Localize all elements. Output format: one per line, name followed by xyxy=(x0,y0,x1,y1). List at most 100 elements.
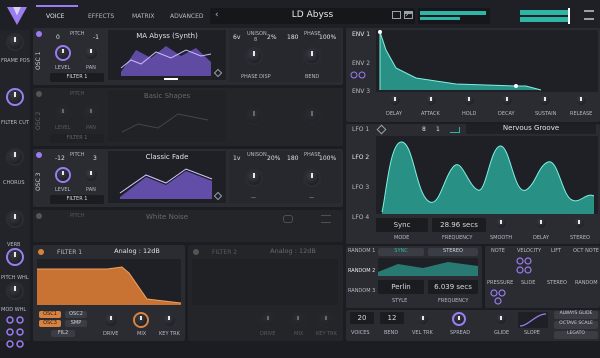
osc2-bend-knob[interactable] xyxy=(303,107,321,125)
lfo-grid-x[interactable]: 8 xyxy=(422,126,426,133)
mod-whl-knob[interactable] xyxy=(6,282,24,300)
lfo1-tab[interactable]: LFO 1 xyxy=(352,126,369,133)
lfo4-tab[interactable]: LFO 4 xyxy=(352,214,369,221)
mod-source-dots[interactable] xyxy=(4,314,26,354)
vel-trk-knob[interactable] xyxy=(416,312,430,326)
always-glide-toggle[interactable]: ALWAYS GLIDE xyxy=(554,311,598,319)
random-stereo-button[interactable]: STEREO xyxy=(428,248,478,256)
lfo-grid-y[interactable]: 1 xyxy=(436,126,440,133)
env-hold-knob[interactable] xyxy=(462,93,476,107)
lfo-frequency-value[interactable]: 28.96 secs xyxy=(432,218,486,232)
tab-voice[interactable]: VOICE xyxy=(46,13,64,20)
browse-icon[interactable] xyxy=(404,11,413,19)
env-decay-knob[interactable] xyxy=(500,93,514,107)
tab-advanced[interactable]: ADVANCED xyxy=(170,13,204,20)
filter2-response-graph[interactable] xyxy=(192,259,338,305)
osc3-filter-dest[interactable]: FILTER 1 xyxy=(50,195,104,204)
osc1-phase-rand[interactable]: 100% xyxy=(319,34,336,41)
filter-cut-knob[interactable] xyxy=(6,88,24,106)
osc1-pitch-oct[interactable]: 0 xyxy=(56,34,60,41)
lfo-smooth-knob[interactable] xyxy=(494,216,508,230)
osc3-power[interactable] xyxy=(36,152,42,158)
osc2-wavetable[interactable]: Basic Shapes xyxy=(108,90,226,142)
osc3-unison-knob[interactable] xyxy=(245,169,263,187)
env3-tab[interactable]: ENV 3 xyxy=(352,88,370,95)
mod-random[interactable]: RANDOM xyxy=(575,280,598,286)
mod-pressure-dots[interactable] xyxy=(489,288,511,306)
pitch-whl-knob[interactable] xyxy=(6,248,24,266)
octave-scale-toggle[interactable]: OCTAVE SCALE xyxy=(554,321,598,329)
osc3-pitch-semi[interactable]: 3 xyxy=(93,155,97,162)
env1-mod-icon[interactable] xyxy=(349,70,371,84)
mod-velocity[interactable]: VELOCITY xyxy=(517,248,541,254)
osc3-pan-knob[interactable] xyxy=(83,167,99,183)
osc3-level-knob[interactable] xyxy=(55,167,71,183)
random3-tab[interactable]: RANDOM 3 xyxy=(348,288,375,294)
env-release-knob[interactable] xyxy=(574,93,588,107)
filter1-response-graph[interactable] xyxy=(37,259,181,305)
filter2-keytrk-knob[interactable] xyxy=(318,312,334,328)
sample-shuffle-icon[interactable] xyxy=(321,215,331,223)
sample-name[interactable]: White Noise xyxy=(108,213,226,221)
random-sync-button[interactable]: SYNC xyxy=(378,248,424,256)
tab-matrix[interactable]: MATRIX xyxy=(132,13,155,20)
lfo-mode-selector[interactable]: Sync xyxy=(376,218,428,232)
filter1-power[interactable] xyxy=(38,249,44,255)
filter1-model[interactable]: Analog : 12dB xyxy=(93,247,181,257)
random-style-selector[interactable]: Perlin xyxy=(378,280,424,294)
volume-handle[interactable] xyxy=(568,8,570,24)
mod-oct-note[interactable]: OCT NOTE xyxy=(573,248,599,254)
frame-pos-knob[interactable] xyxy=(6,33,24,51)
osc1-phase-disp-knob[interactable] xyxy=(245,47,263,65)
env-attack-knob[interactable] xyxy=(424,93,438,107)
filter1-mix-knob[interactable] xyxy=(133,312,149,328)
osc1-unison-detune[interactable]: 2% xyxy=(267,34,277,41)
chorus-knob[interactable] xyxy=(6,148,24,166)
osc1-bend-knob[interactable] xyxy=(303,47,321,65)
mod-velocity-dots[interactable] xyxy=(515,256,537,276)
osc2-pan-knob[interactable] xyxy=(83,105,99,121)
random-graph[interactable] xyxy=(378,258,478,276)
osc1-level-knob[interactable] xyxy=(55,45,71,61)
mod-lift[interactable]: LIFT xyxy=(551,248,561,254)
mod-stereo[interactable]: STEREO xyxy=(547,280,567,286)
random-frequency-value[interactable]: 6.039 secs xyxy=(428,280,478,294)
slope-graph[interactable] xyxy=(518,312,548,328)
osc1-pitch-semi[interactable]: -1 xyxy=(93,34,99,41)
filter1-drive-knob[interactable] xyxy=(103,312,119,328)
filter1-fil2[interactable]: FIL2 xyxy=(51,330,75,337)
filter2-mix-knob[interactable] xyxy=(290,312,306,328)
osc3-wavetable[interactable]: Classic Fade xyxy=(108,151,226,203)
lfo-stereo-knob[interactable] xyxy=(572,216,586,230)
osc3-phase-rand[interactable]: 100% xyxy=(319,155,336,162)
legato-toggle[interactable]: LEGATO xyxy=(554,331,598,339)
osc1-unison-voices[interactable]: 6v xyxy=(233,34,240,41)
osc1-frame-marker[interactable] xyxy=(164,78,178,80)
lfo-shape-selector[interactable]: Nervous Groove xyxy=(466,124,596,134)
env1-graph[interactable] xyxy=(376,30,598,92)
filter1-osc3[interactable]: OSC3 xyxy=(39,320,61,327)
osc2-level-knob[interactable] xyxy=(55,105,71,121)
preset-selector[interactable]: ‹ LD Abyss › xyxy=(210,8,415,24)
lfo-paint-icon[interactable] xyxy=(376,124,387,135)
osc3-unison-voices[interactable]: 1v xyxy=(233,155,240,162)
osc2-unison-knob[interactable] xyxy=(245,107,263,125)
osc1-wavetable[interactable]: MA Abyss (Synth) xyxy=(108,30,226,80)
sample-power[interactable] xyxy=(36,213,42,219)
osc3-pitch-oct[interactable]: -12 xyxy=(55,155,65,162)
osc1-pan-knob[interactable] xyxy=(83,45,99,61)
env1-tab[interactable]: ENV 1 xyxy=(352,31,370,38)
filter1-keytrk-knob[interactable] xyxy=(161,312,177,328)
filter1-osc1[interactable]: OSC1 xyxy=(39,311,61,318)
filter2-model[interactable]: Analog : 12dB xyxy=(248,247,338,257)
osc2-power[interactable] xyxy=(36,91,42,97)
filter2-power[interactable] xyxy=(193,249,199,255)
osc3-phase-val[interactable]: 180 xyxy=(287,155,298,162)
lfo-delay-knob[interactable] xyxy=(534,216,548,230)
env2-tab[interactable]: ENV 2 xyxy=(352,60,370,67)
filter1-smp[interactable]: SMP xyxy=(65,320,87,327)
filter2-drive-knob[interactable] xyxy=(260,312,276,328)
osc2-filter-dest[interactable]: FILTER 1 xyxy=(50,134,104,143)
save-icon[interactable] xyxy=(392,11,401,19)
verb-knob[interactable] xyxy=(6,210,24,228)
